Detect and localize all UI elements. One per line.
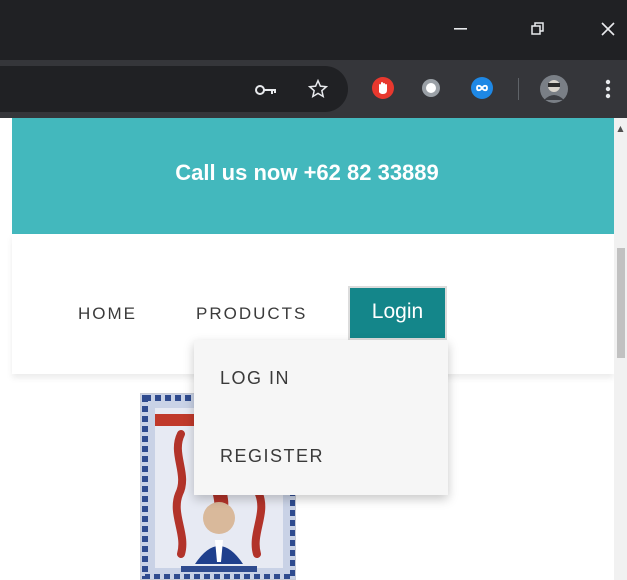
page-scrollbar[interactable]: ▲ xyxy=(614,118,627,580)
nav-products-link[interactable]: PRODUCTS xyxy=(196,304,307,324)
infinity-extension-icon[interactable] xyxy=(470,76,494,100)
window-titlebar xyxy=(0,0,627,60)
nav-home-link[interactable]: HOME xyxy=(78,304,137,324)
web-page: Call us now +62 82 33889 HOME PRODUCTS L… xyxy=(0,118,627,580)
key-icon[interactable] xyxy=(254,78,278,102)
restore-icon[interactable] xyxy=(523,14,553,44)
close-icon[interactable] xyxy=(593,14,623,44)
star-icon[interactable] xyxy=(306,77,330,101)
call-banner: Call us now +62 82 33889 xyxy=(12,118,614,234)
login-dropdown-menu: LOG IN REGISTER xyxy=(194,340,448,495)
scroll-up-arrow-icon[interactable]: ▲ xyxy=(614,124,627,133)
dropdown-item-log-in[interactable]: LOG IN xyxy=(220,368,290,389)
login-button[interactable]: Login xyxy=(348,286,447,340)
circle-extension-icon[interactable] xyxy=(419,76,443,100)
kebab-menu-icon[interactable] xyxy=(596,77,620,101)
profile-avatar[interactable] xyxy=(538,73,570,105)
dropdown-item-register[interactable]: REGISTER xyxy=(220,446,324,467)
scrollbar-thumb[interactable] xyxy=(617,248,625,358)
call-banner-text: Call us now +62 82 33889 xyxy=(175,160,439,185)
browser-toolbar xyxy=(0,60,627,118)
adblock-extension-icon[interactable] xyxy=(371,76,395,100)
address-bar[interactable] xyxy=(0,66,348,112)
minimize-icon[interactable] xyxy=(446,14,476,44)
toolbar-separator xyxy=(518,78,519,100)
